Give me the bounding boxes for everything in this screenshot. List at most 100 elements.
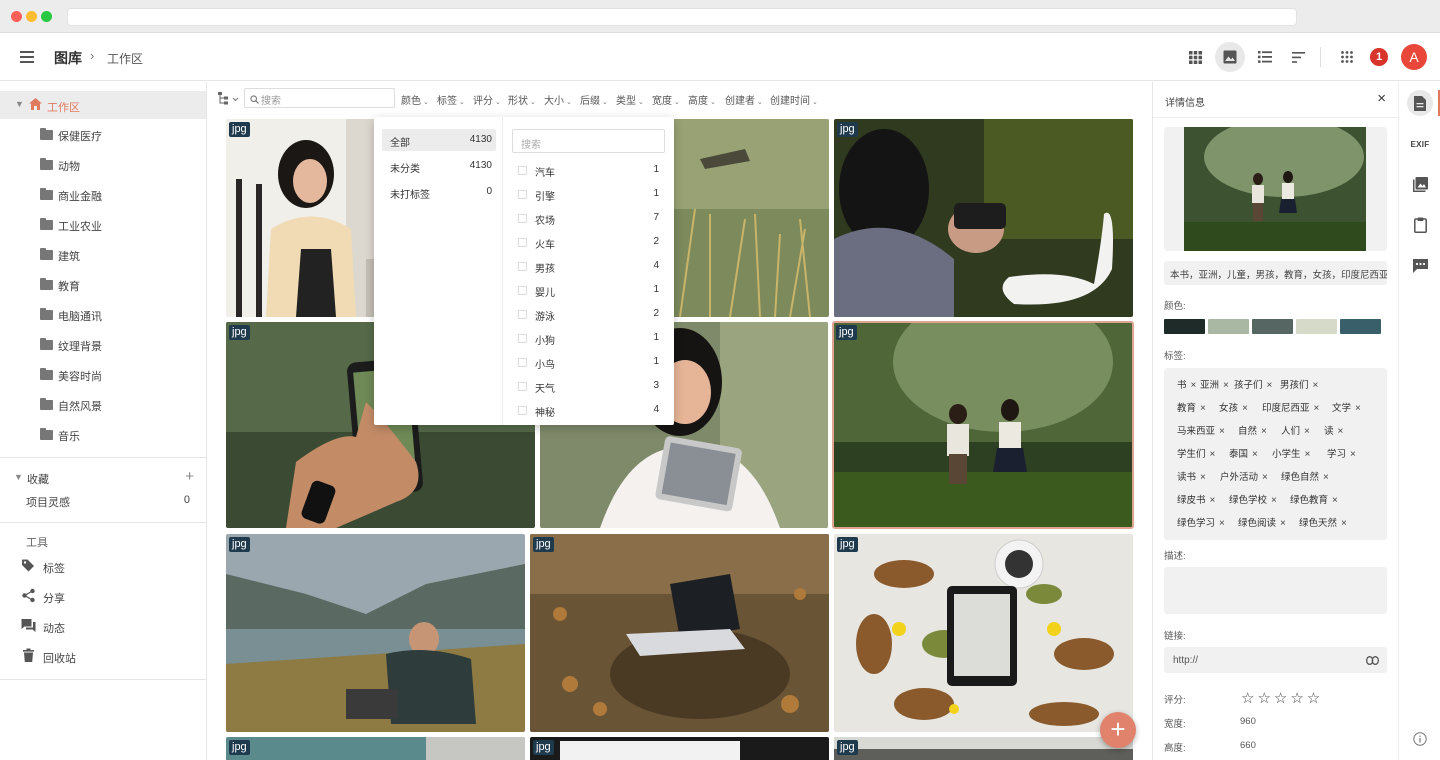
sidebar-folder[interactable]: 动物 [40,156,200,176]
tag-checkbox[interactable] [518,310,527,319]
tag-option[interactable]: 男孩 4 [518,258,661,276]
tag-option[interactable]: 游泳 2 [518,306,661,324]
comment-icon[interactable] [1407,253,1433,279]
tag-checkbox[interactable] [518,382,527,391]
filter-tags[interactable]: 标签 ⌄ [437,92,465,107]
dropdown-option-all[interactable]: 全部 4130 [382,129,496,151]
remove-tag-icon[interactable]: × [1200,403,1206,414]
image-thumbnail[interactable]: jpg [530,534,829,732]
filter-extension[interactable]: 后缀 ⌄ [580,92,608,107]
color-swatch[interactable] [1252,319,1293,334]
rating-stars[interactable]: ☆☆☆☆☆ [1241,689,1323,707]
remove-tag-icon[interactable]: × [1210,449,1216,460]
remove-tag-icon[interactable]: × [1332,495,1338,506]
sidebar-folder[interactable]: 教育 [40,276,200,296]
favorites-section[interactable]: ▼ 收藏 + [14,468,194,488]
filter-width[interactable]: 宽度 ⌄ [652,92,680,107]
tag-chip[interactable]: 户外活动 × [1220,469,1268,483]
chevron-down-icon[interactable]: ▼ [14,472,23,482]
breadcrumb-root[interactable]: 图库 [54,48,82,68]
filter-shape[interactable]: 形状 ⌄ [508,92,536,107]
sidebar-folder[interactable]: 美容时尚 [40,366,200,386]
color-swatch[interactable] [1164,319,1205,334]
tag-option[interactable]: 引擎 1 [518,186,661,204]
tag-chip[interactable]: 绿色学校 × [1229,492,1277,506]
tag-option[interactable]: 神秘 4 [518,402,661,420]
filter-size[interactable]: 大小 ⌄ [544,92,572,107]
remove-tag-icon[interactable]: × [1219,518,1225,529]
sidebar-folder[interactable]: 音乐 [40,426,200,446]
tag-chip[interactable]: 学习 × [1327,446,1356,460]
link-icon[interactable] [1366,654,1379,668]
filter-type[interactable]: 类型 ⌄ [616,92,644,107]
remove-tag-icon[interactable]: × [1271,495,1277,506]
list-view-icon[interactable] [1251,43,1279,71]
document-icon[interactable] [1407,90,1433,116]
tag-chip[interactable]: 泰国 × [1229,446,1258,460]
tag-chip[interactable]: 小学生 × [1272,446,1310,460]
details-preview[interactable] [1164,127,1387,251]
remove-tag-icon[interactable]: × [1219,426,1225,437]
close-icon[interactable]: × [1377,90,1386,107]
tag-chip[interactable]: 女孩 × [1219,400,1248,414]
tag-checkbox[interactable] [518,190,527,199]
favorite-item[interactable]: 项目灵感 0 [26,494,190,510]
tag-checkbox[interactable] [518,262,527,271]
tag-chip[interactable]: 印度尼西亚 × [1262,400,1319,414]
chevron-down-icon[interactable]: ▼ [15,99,24,109]
sidebar-folder[interactable]: 商业金融 [40,186,200,206]
sidebar-folder[interactable]: 电脑通讯 [40,306,200,326]
tag-chip[interactable]: 马来西亚 × [1177,423,1225,437]
dropdown-option-untagged[interactable]: 未打标签 0 [382,181,496,203]
tool-trash[interactable]: 回收站 [21,648,171,666]
tool-activity[interactable]: 动态 [21,618,171,636]
remove-tag-icon[interactable]: × [1252,449,1258,460]
add-favorite-button[interactable]: + [185,468,194,485]
remove-tag-icon[interactable]: × [1191,380,1197,391]
tag-checkbox[interactable] [518,214,527,223]
remove-tag-icon[interactable]: × [1355,403,1361,414]
image-view-icon[interactable] [1215,42,1245,72]
sidebar-item-workspace[interactable]: ▼ 工作区 [0,91,206,119]
tag-checkbox[interactable] [518,286,527,295]
image-thumbnail[interactable]: jpg [834,737,1133,760]
tag-chip[interactable]: 绿色天然 × [1299,515,1347,529]
remove-tag-icon[interactable]: × [1314,403,1320,414]
sidebar-folder[interactable]: 建筑 [40,246,200,266]
tag-chip[interactable]: 人们 × [1281,423,1310,437]
remove-tag-icon[interactable]: × [1210,495,1216,506]
dropdown-option-unclassified[interactable]: 未分类 4130 [382,155,496,177]
tag-chip[interactable]: 男孩们 × [1280,377,1318,391]
remove-tag-icon[interactable]: × [1267,380,1273,391]
tag-chip[interactable]: 孩子们 × [1234,377,1272,391]
address-bar[interactable] [67,8,1297,26]
remove-tag-icon[interactable]: × [1305,449,1311,460]
tag-chip[interactable]: 绿色自然 × [1281,469,1329,483]
sort-icon[interactable] [1284,43,1312,71]
remove-tag-icon[interactable]: × [1323,472,1329,483]
remove-tag-icon[interactable]: × [1261,426,1267,437]
tag-chip[interactable]: 自然 × [1238,423,1267,437]
sidebar-folder[interactable]: 工业农业 [40,216,200,236]
tag-option[interactable]: 小狗 1 [518,330,661,348]
remove-tag-icon[interactable]: × [1313,380,1319,391]
tag-chip[interactable]: 学生们 × [1177,446,1215,460]
tag-checkbox[interactable] [518,406,527,415]
remove-tag-icon[interactable]: × [1338,426,1344,437]
apps-icon[interactable] [1333,43,1361,71]
info-icon[interactable] [1407,726,1433,752]
image-thumbnail[interactable]: jpg [834,534,1133,732]
tag-option[interactable]: 农场 7 [518,210,661,228]
tag-chip[interactable]: 亚洲 × [1200,377,1229,391]
tag-chip[interactable]: 文学 × [1332,400,1361,414]
filter-search-input[interactable]: 搜索 [244,88,395,108]
link-field[interactable]: http:// [1164,647,1387,673]
tag-checkbox[interactable] [518,166,527,175]
folder-tree-icon[interactable] [218,92,240,108]
notification-badge[interactable]: 1 [1370,48,1388,66]
tag-chip[interactable]: 读 × [1324,423,1343,437]
sidebar-folder[interactable]: 保健医疗 [40,126,200,146]
remove-tag-icon[interactable]: × [1304,426,1310,437]
tag-option[interactable]: 火车 2 [518,234,661,252]
filter-rating[interactable]: 评分 ⌄ [473,92,501,107]
